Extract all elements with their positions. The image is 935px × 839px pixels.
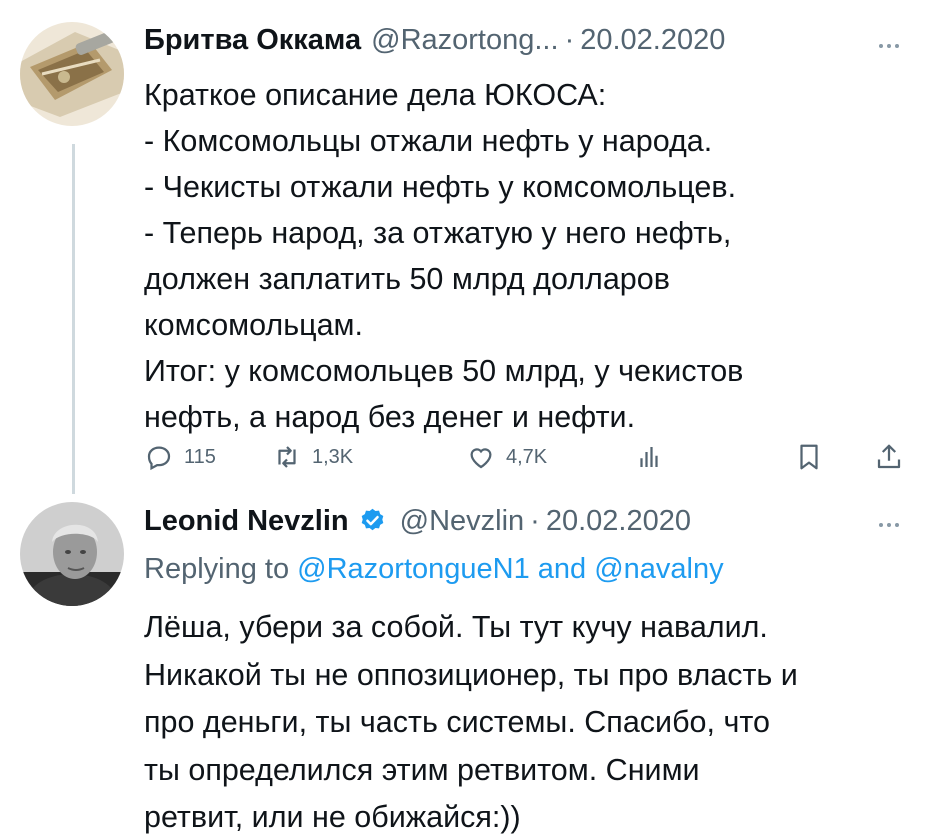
tweet-text-line: нефть, а народ без денег и нефти. — [144, 400, 636, 434]
heart-icon — [470, 448, 492, 469]
more-options-button[interactable] — [879, 44, 899, 48]
tweet-text-line: должен заплатить 50 млрд долларов — [144, 262, 670, 296]
more-options-button[interactable] — [879, 523, 899, 527]
tweet-header: Leonid Nevzlin @Nevzlin · 20.02.2020 — [144, 503, 691, 538]
replying-to-label: Replying to — [144, 553, 298, 585]
views-chart-icon — [640, 447, 658, 467]
comment-icon — [147, 446, 171, 471]
author-handle[interactable]: @Razortong... — [371, 24, 558, 57]
separator-dot: · — [530, 505, 540, 537]
tweet-text: Лёша, убери за собой. Ты тут кучу навали… — [144, 604, 914, 839]
author-name[interactable]: Leonid Nevzlin — [144, 505, 349, 538]
avatar[interactable] — [20, 502, 124, 606]
retweet-count: 1,3K — [312, 445, 354, 468]
like-button[interactable]: 4,7K — [466, 442, 547, 472]
tweet-action-bar: 115 1,3K 4,7K — [144, 442, 914, 482]
tweet-text-line: Итог: у комсомольцев 50 млрд, у чекистов — [144, 354, 744, 388]
retweet-button[interactable]: 1,3K — [272, 442, 353, 472]
share-icon — [877, 444, 901, 469]
mention-link[interactable]: @navalny — [594, 553, 723, 585]
author-name[interactable]: Бритва Оккама — [144, 24, 361, 57]
tweet-text-line: Краткое описание дела ЮКОСА: — [144, 78, 607, 112]
bookmark-button[interactable] — [794, 442, 834, 472]
tweet-text: Краткое описание дела ЮКОСА: - Комсомоль… — [144, 72, 914, 440]
tweet-text-line: - Теперь народ, за отжатую у него нефть, — [144, 216, 732, 250]
tweet-text-line: Лёша, убери за собой. Ты тут кучу навали… — [144, 610, 768, 644]
razor-avatar-image — [20, 22, 124, 126]
mention-link[interactable]: @RazortongueN1 — [297, 553, 530, 585]
verified-badge-icon — [361, 508, 383, 531]
tweet-text-line: ты определился этим ретвитом. Сними — [144, 752, 700, 787]
tweet-header: Бритва Оккама @Razortong... · 20.02.2020 — [144, 24, 725, 57]
more-horizontal-icon — [879, 44, 883, 48]
avatar[interactable] — [20, 22, 124, 126]
separator-dot: · — [564, 24, 575, 56]
more-horizontal-icon — [879, 523, 883, 527]
thread-connector-line — [72, 144, 75, 494]
replying-and-text: and — [529, 553, 595, 585]
tweet-text-line: ретвит, или не обижайся:)) — [144, 800, 521, 834]
tweet-text-line: Никакой ты не оппозиционер, ты про власт… — [144, 657, 798, 692]
tweet-text-line: комсомольцам. — [144, 308, 363, 342]
views-button[interactable] — [634, 442, 674, 472]
share-button[interactable] — [874, 442, 914, 472]
retweet-icon — [278, 446, 296, 468]
author-handle[interactable]: @Nevzlin — [400, 505, 525, 538]
profile-photo-image — [20, 502, 124, 606]
replying-to-line: Replying to @RazortongueN1 and @navalny — [144, 553, 724, 586]
tweet-date[interactable]: 20.02.2020 — [580, 24, 725, 57]
like-count: 4,7K — [506, 445, 548, 468]
bookmark-icon — [800, 444, 818, 470]
reply-button[interactable]: 115 — [144, 442, 216, 472]
tweet-text-line: - Комсомольцы отжали нефть у народа. — [144, 124, 713, 158]
tweet-text-line: про деньги, ты часть системы. Спасибо, ч… — [144, 705, 770, 739]
tweet-date[interactable]: 20.02.2020 — [546, 505, 691, 538]
tweet-text-line: - Чекисты отжали нефть у комсомольцев. — [144, 170, 737, 204]
reply-count: 115 — [184, 445, 216, 468]
